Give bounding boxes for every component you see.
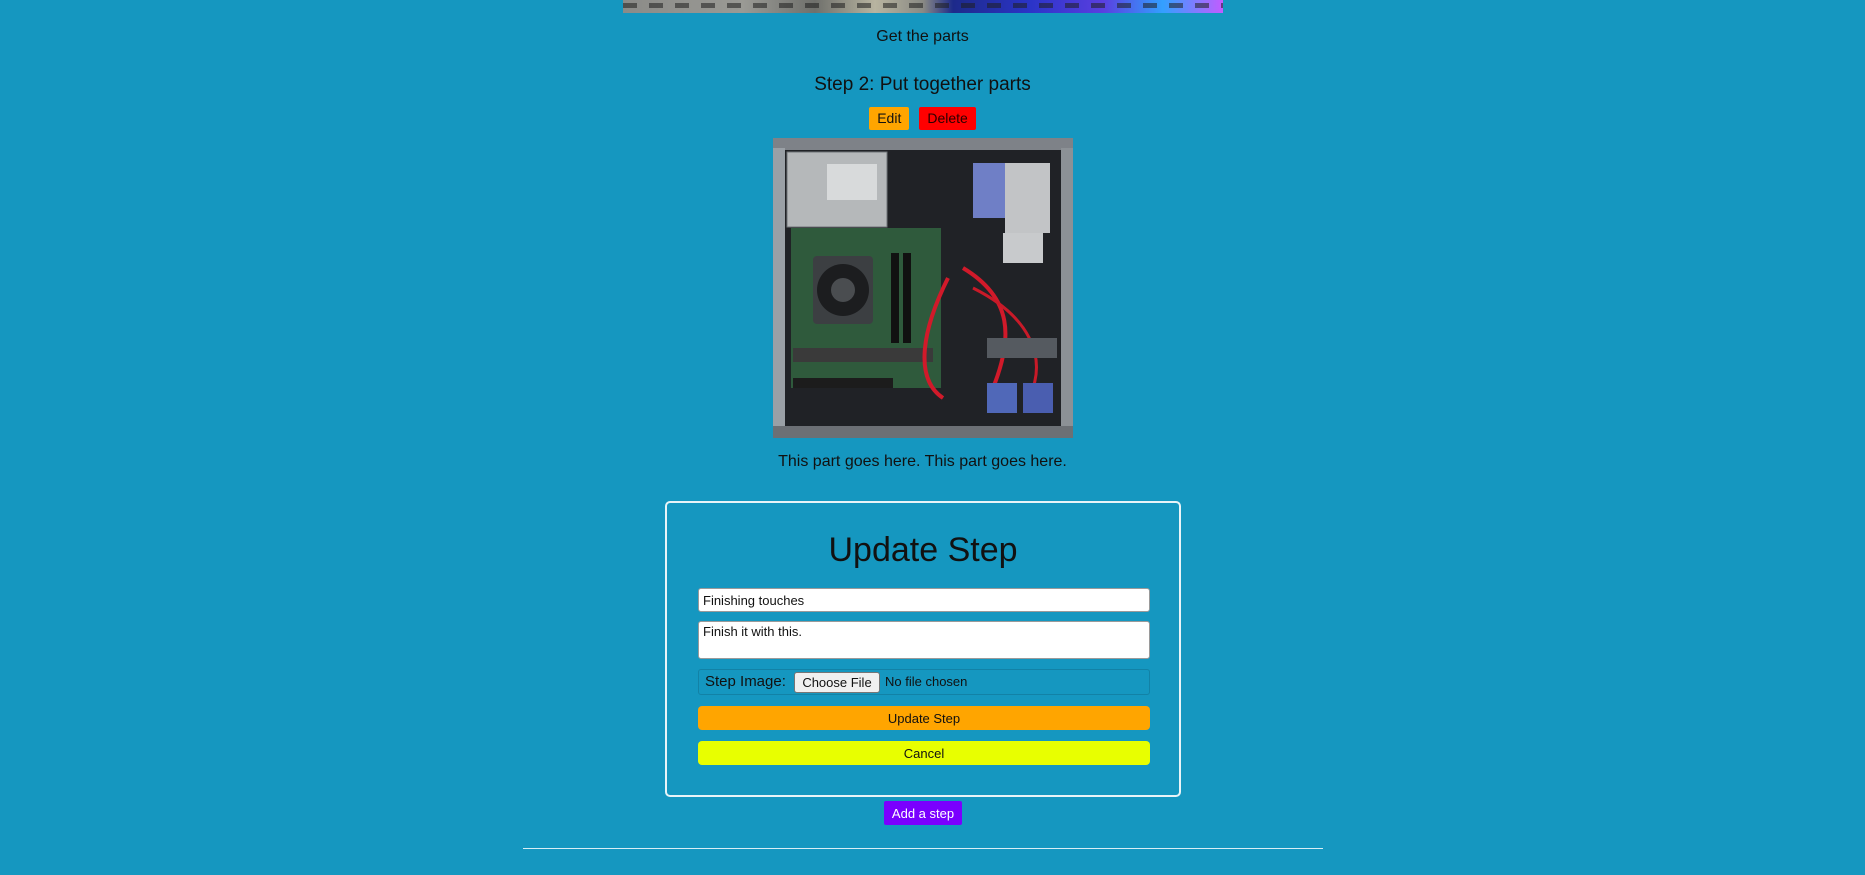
step-description-textarea[interactable]: Finish it with this. bbox=[698, 621, 1150, 659]
step-actions: Edit Delete bbox=[0, 107, 1845, 130]
delete-step-button[interactable]: Delete bbox=[919, 107, 976, 130]
divider bbox=[523, 848, 1323, 849]
cancel-button[interactable]: Cancel bbox=[698, 741, 1150, 765]
previous-step-image bbox=[623, 0, 1223, 13]
step-image-field: Step Image: Choose File No file chosen bbox=[698, 669, 1150, 695]
step-image-label: Step Image: bbox=[705, 673, 786, 690]
file-status: No file chosen bbox=[885, 674, 968, 689]
add-step-button[interactable]: Add a step bbox=[884, 801, 962, 825]
edit-step-button[interactable]: Edit bbox=[869, 107, 910, 130]
previous-step-caption: Get the parts bbox=[876, 28, 969, 45]
update-step-button[interactable]: Update Step bbox=[698, 706, 1150, 730]
step-description: This part goes here. This part goes here… bbox=[778, 453, 1067, 470]
update-step-form: Update Step Finish it with this. Step Im… bbox=[665, 501, 1181, 797]
step-image bbox=[773, 138, 1073, 438]
choose-file-button[interactable]: Choose File bbox=[794, 672, 880, 693]
step-title: Step 2: Put together parts bbox=[814, 74, 1031, 95]
form-heading: Update Step bbox=[828, 531, 1018, 569]
step-title-input[interactable] bbox=[698, 588, 1150, 612]
